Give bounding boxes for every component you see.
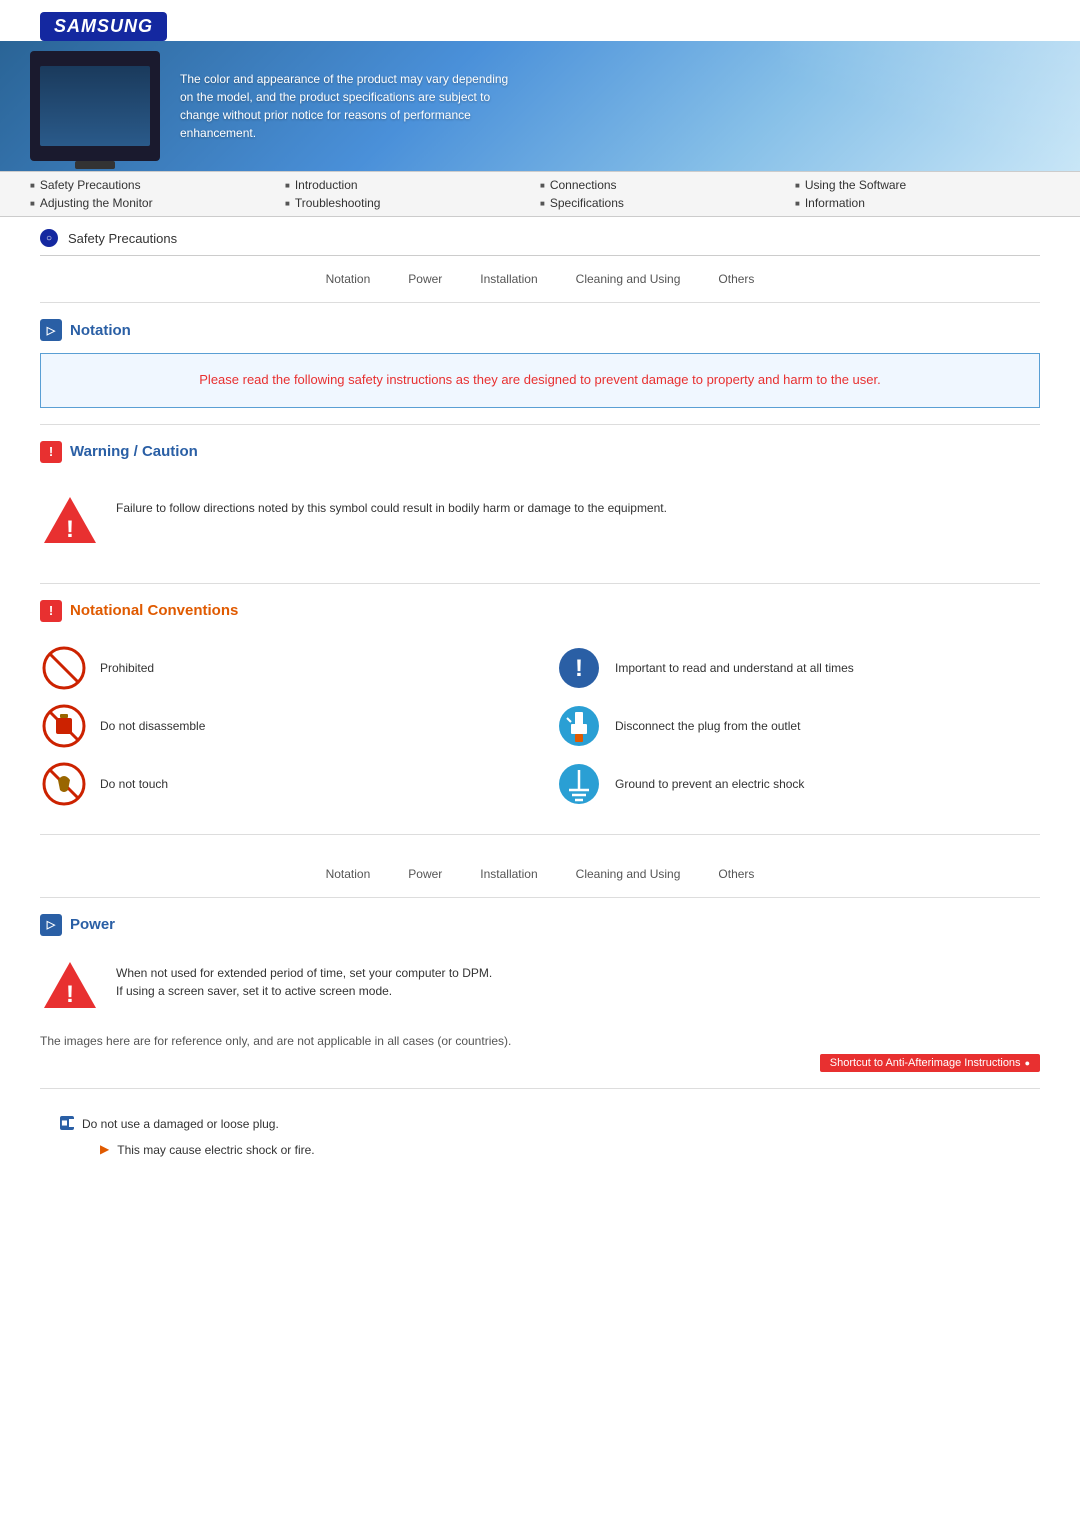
divider-2 bbox=[40, 583, 1040, 584]
no-touch-label: Do not touch bbox=[100, 777, 168, 791]
prohibited-icon bbox=[40, 644, 88, 692]
important-label: Important to read and understand at all … bbox=[615, 661, 854, 675]
ground-label: Ground to prevent an electric shock bbox=[615, 777, 804, 791]
no-touch-icon bbox=[40, 760, 88, 808]
tab-others[interactable]: Others bbox=[714, 270, 758, 288]
conventions-grid: Prohibited ! Important to read and under… bbox=[40, 634, 1040, 818]
power-section-title: Power bbox=[70, 916, 115, 933]
divider-1 bbox=[40, 424, 1040, 425]
shortcut-anti-afterimage-button[interactable]: Shortcut to Anti-Afterimage Instructions bbox=[820, 1054, 1040, 1072]
tab-nav-bottom: Notation Power Installation Cleaning and… bbox=[40, 851, 1040, 898]
bullet-arrow-icon: ▶ bbox=[100, 1142, 109, 1156]
page-header: SAMSUNG bbox=[0, 0, 1080, 41]
notation-box-text: Please read the following safety instruc… bbox=[61, 370, 1019, 391]
tab-power[interactable]: Power bbox=[404, 270, 446, 288]
bullet-main-text: Do not use a damaged or loose plug. bbox=[82, 1115, 279, 1133]
nav-menu: Safety Precautions Adjusting the Monitor… bbox=[0, 171, 1080, 217]
divider-3 bbox=[40, 834, 1040, 835]
conventions-section-header: ! Notational Conventions bbox=[40, 600, 1040, 622]
section-title-text: Safety Precautions bbox=[68, 231, 177, 246]
shortcut-row: Shortcut to Anti-Afterimage Instructions bbox=[40, 1054, 1040, 1072]
warning-triangle-icon: ! bbox=[40, 491, 100, 551]
warning-description: Failure to follow directions noted by th… bbox=[116, 491, 667, 517]
important-icon: ! bbox=[555, 644, 603, 692]
monitor-screen bbox=[40, 66, 150, 146]
convention-item-prohibited: Prohibited bbox=[40, 644, 525, 692]
bullet-section: Do not use a damaged or loose plug. ▶ Th… bbox=[40, 1105, 1040, 1169]
tab-cleaning[interactable]: Cleaning and Using bbox=[572, 270, 685, 288]
convention-item-important: ! Important to read and understand at al… bbox=[555, 644, 1040, 692]
power-warning-description: When not used for extended period of tim… bbox=[116, 956, 492, 1000]
power-section-icon: ▷ bbox=[40, 914, 62, 936]
tab2-power[interactable]: Power bbox=[404, 865, 446, 883]
nav-item-specifications[interactable]: Specifications bbox=[540, 196, 795, 210]
nav-item-connections[interactable]: Connections bbox=[540, 178, 795, 192]
svg-text:!: ! bbox=[575, 655, 583, 682]
notation-section-icon: ▷ bbox=[40, 319, 62, 341]
nav-col-1: Safety Precautions Adjusting the Monitor bbox=[30, 178, 285, 210]
nav-item-introduction[interactable]: Introduction bbox=[285, 178, 540, 192]
nav-item-safety[interactable]: Safety Precautions bbox=[30, 178, 285, 192]
nav-item-information[interactable]: Information bbox=[795, 196, 1050, 210]
bullet-item-no-damaged-plug: Do not use a damaged or loose plug. bbox=[40, 1111, 1040, 1137]
monitor-stand bbox=[75, 161, 115, 169]
tab-nav-top: Notation Power Installation Cleaning and… bbox=[40, 256, 1040, 303]
samsung-logo: SAMSUNG bbox=[40, 12, 167, 41]
tab2-cleaning[interactable]: Cleaning and Using bbox=[572, 865, 685, 883]
ground-icon bbox=[555, 760, 603, 808]
conventions-section-icon: ! bbox=[40, 600, 62, 622]
hero-monitor-image bbox=[30, 51, 160, 161]
bullet-sub-item-shock: ▶ This may cause electric shock or fire. bbox=[40, 1137, 1040, 1163]
notation-info-box: Please read the following safety instruc… bbox=[40, 353, 1040, 408]
warning-row: ! Failure to follow directions noted by … bbox=[40, 483, 1040, 559]
hero-wave-decoration bbox=[780, 41, 1080, 171]
power-warning-triangle-icon: ! bbox=[40, 956, 100, 1016]
section-title-icon: ○ bbox=[40, 229, 58, 247]
svg-text:!: ! bbox=[66, 516, 74, 543]
nav-item-software[interactable]: Using the Software bbox=[795, 178, 1050, 192]
divider-4 bbox=[40, 1088, 1040, 1089]
tab2-installation[interactable]: Installation bbox=[476, 865, 541, 883]
svg-text:!: ! bbox=[66, 981, 74, 1008]
convention-item-disconnect: Disconnect the plug from the outlet bbox=[555, 702, 1040, 750]
no-disassemble-label: Do not disassemble bbox=[100, 719, 205, 733]
convention-item-no-touch: Do not touch bbox=[40, 760, 525, 808]
disconnect-label: Disconnect the plug from the outlet bbox=[615, 719, 800, 733]
power-warning-row: ! When not used for extended period of t… bbox=[40, 948, 1040, 1024]
disconnect-icon bbox=[555, 702, 603, 750]
warning-section-title: Warning / Caution bbox=[70, 443, 198, 460]
bullet-square-icon bbox=[60, 1116, 74, 1130]
notation-section-title: Notation bbox=[70, 322, 131, 339]
convention-item-ground: Ground to prevent an electric shock bbox=[555, 760, 1040, 808]
main-content-2: ! Warning / Caution ! Failure to follow … bbox=[0, 424, 1080, 1169]
no-disassemble-icon bbox=[40, 702, 88, 750]
nav-col-2: Introduction Troubleshooting bbox=[285, 178, 540, 210]
power-section-header: ▷ Power bbox=[40, 914, 1040, 936]
tab2-notation[interactable]: Notation bbox=[322, 865, 375, 883]
prohibited-label: Prohibited bbox=[100, 661, 154, 675]
nav-item-troubleshooting[interactable]: Troubleshooting bbox=[285, 196, 540, 210]
tab-installation[interactable]: Installation bbox=[476, 270, 541, 288]
warning-section-body: ! Failure to follow directions noted by … bbox=[40, 475, 1040, 567]
hero-description: The color and appearance of the product … bbox=[180, 70, 520, 142]
bottom-reference-note: The images here are for reference only, … bbox=[40, 1034, 1040, 1048]
warning-section-header: ! Warning / Caution bbox=[40, 441, 1040, 463]
nav-item-adjusting[interactable]: Adjusting the Monitor bbox=[30, 196, 285, 210]
convention-item-no-disassemble: Do not disassemble bbox=[40, 702, 525, 750]
main-content: ○ Safety Precautions Notation Power Inst… bbox=[0, 217, 1080, 341]
tab2-others[interactable]: Others bbox=[714, 865, 758, 883]
nav-col-3: Connections Specifications bbox=[540, 178, 795, 210]
conventions-section-title: Notational Conventions bbox=[70, 602, 238, 619]
notation-section-header: ▷ Notation bbox=[40, 319, 1040, 341]
nav-col-4: Using the Software Information bbox=[795, 178, 1050, 210]
warning-section-icon: ! bbox=[40, 441, 62, 463]
bullet-sub-text: This may cause electric shock or fire. bbox=[117, 1141, 314, 1159]
section-title-bar: ○ Safety Precautions bbox=[40, 217, 1040, 256]
hero-banner: The color and appearance of the product … bbox=[0, 41, 1080, 171]
tab-notation[interactable]: Notation bbox=[322, 270, 375, 288]
